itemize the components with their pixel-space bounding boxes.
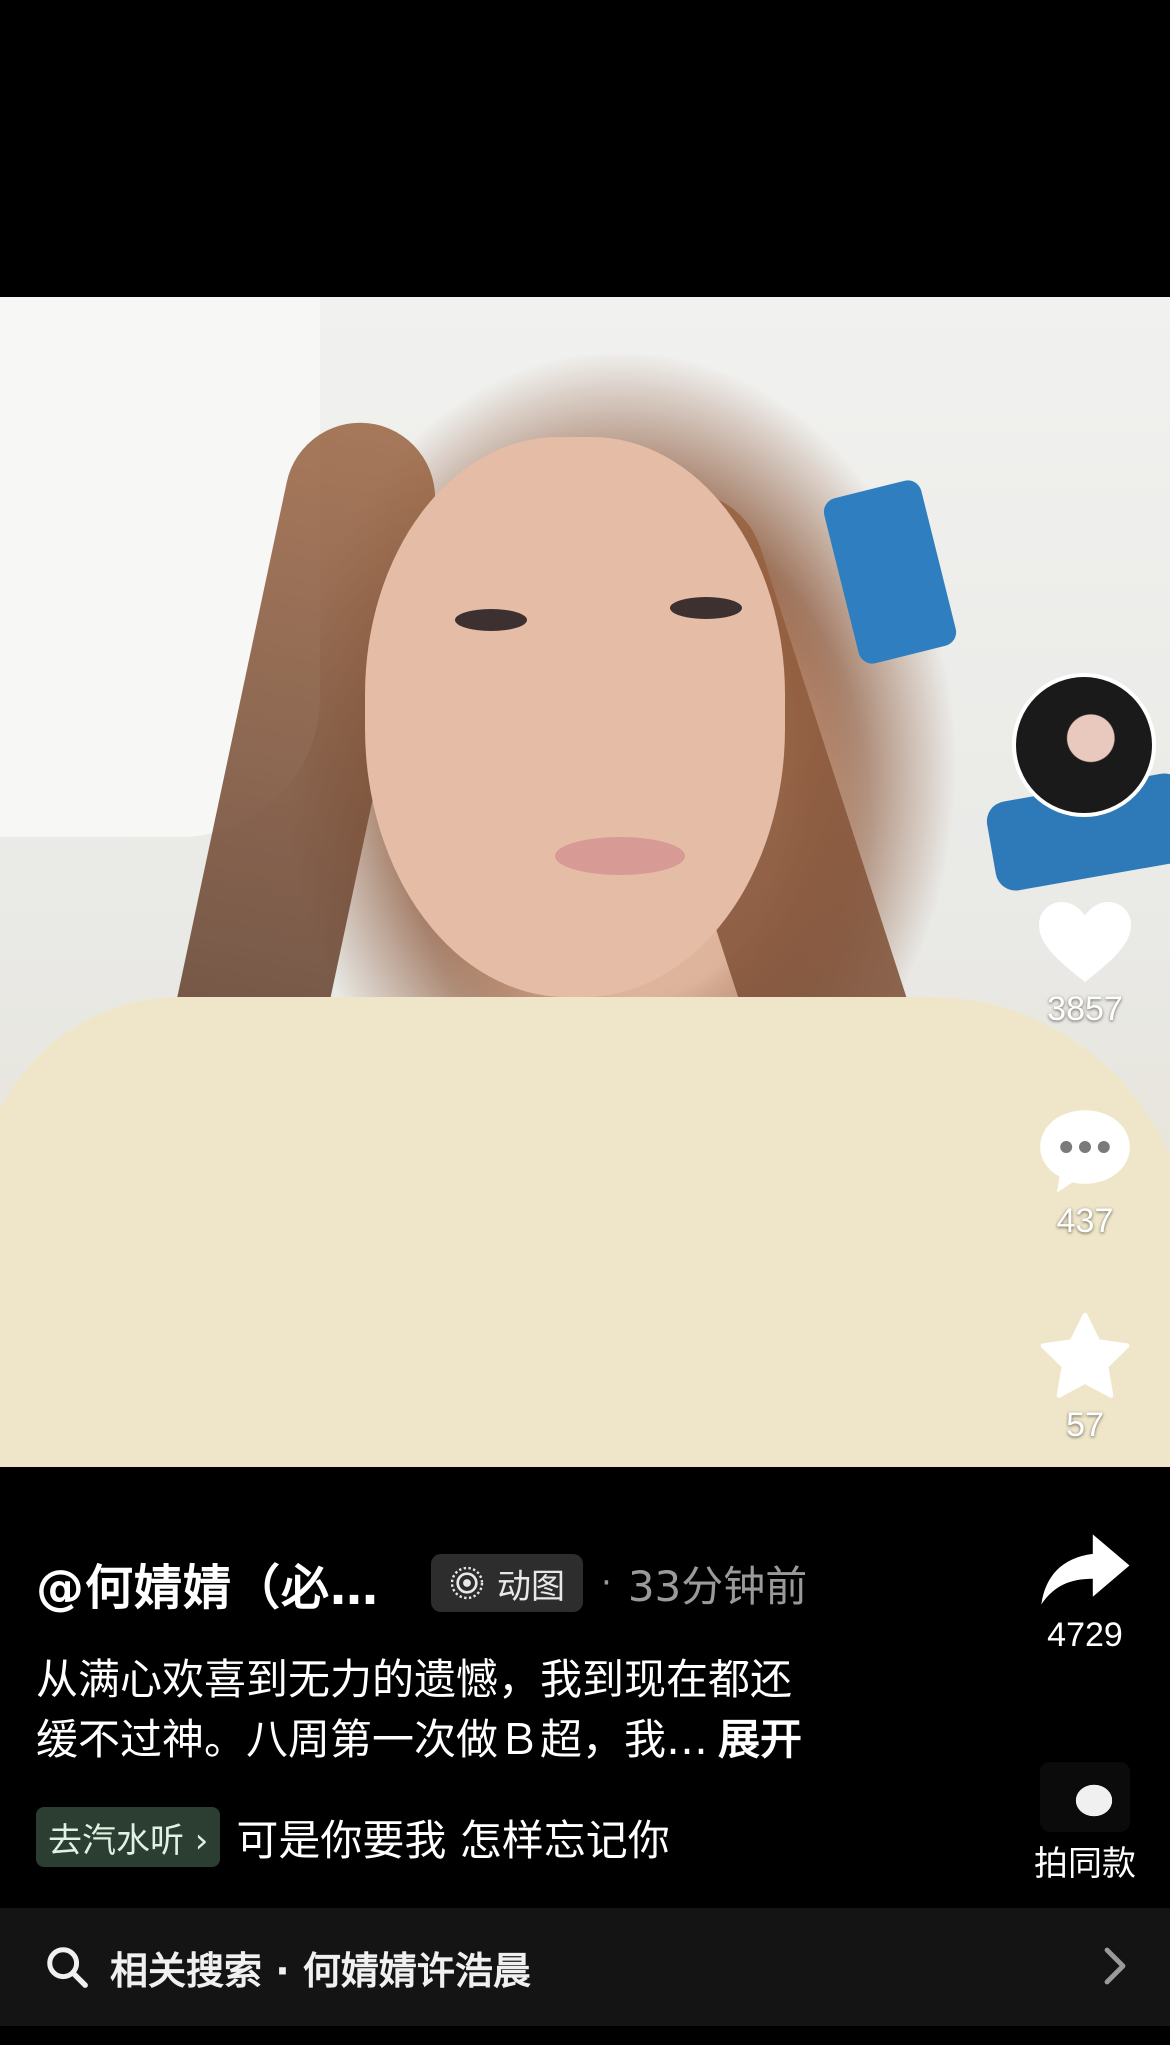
same-style-label: 拍同款	[1034, 1844, 1136, 1884]
bed-control-panel	[820, 477, 960, 667]
song-title[interactable]: 可是你要我 怎样忘记你	[236, 1807, 669, 1868]
chevron-right-icon	[1104, 1947, 1126, 1985]
caption-line-2: 缓不过神。八周第一次做Ｂ超，我…	[36, 1715, 709, 1764]
comment-icon	[1040, 1110, 1130, 1193]
expand-link[interactable]: 展开	[718, 1715, 802, 1764]
search-icon	[47, 1947, 88, 1988]
share-count: 4729	[1047, 1616, 1123, 1654]
author-row: @何婧婧（必… 动图 · 33分钟前	[36, 1548, 807, 1618]
star-icon	[1040, 1312, 1130, 1398]
mouth	[555, 837, 685, 875]
right-eye	[670, 597, 742, 619]
same-style-button[interactable]: 拍同款	[1020, 1762, 1150, 1885]
open-in-qishui-button[interactable]: 去汽水听 ›	[36, 1807, 221, 1867]
author-avatar[interactable]	[1012, 673, 1156, 817]
same-style-thumbnail	[1040, 1762, 1130, 1832]
favorite-count: 57	[1066, 1406, 1104, 1444]
comment-count: 437	[1056, 1202, 1114, 1240]
live-photo-icon	[450, 1566, 484, 1600]
face	[365, 437, 785, 997]
badge-label: 动图	[497, 1566, 566, 1607]
share-icon	[1041, 1534, 1130, 1605]
related-search-text: 相关搜索 · 何婧婧许浩晨	[110, 1948, 531, 1993]
post-caption: 从满心欢喜到无力的遗憾，我到现在都还 缓不过神。八周第一次做Ｂ超，我… 展开	[36, 1650, 896, 1770]
live-photo-badge[interactable]: 动图	[431, 1554, 584, 1612]
share-button[interactable]: 4729	[1030, 1532, 1140, 1655]
heart-icon	[1039, 902, 1131, 982]
left-eye	[455, 609, 527, 631]
like-count: 3857	[1047, 990, 1123, 1028]
comment-button[interactable]: 437	[1030, 1106, 1140, 1241]
separator-dot: ·	[601, 1563, 612, 1603]
hospital-gown	[0, 997, 1170, 1467]
favorite-button[interactable]: 57	[1030, 1312, 1140, 1445]
like-button[interactable]: 3857	[1030, 900, 1140, 1029]
post-time: 33分钟前	[627, 1561, 808, 1611]
related-search-bar[interactable]: 相关搜索 · 何婧婧许浩晨	[0, 1908, 1170, 2026]
author-name[interactable]: @何婧婧（必…	[36, 1548, 379, 1618]
music-row: 去汽水听 › 可是你要我 怎样忘记你	[36, 1807, 670, 1867]
caption-line-1: 从满心欢喜到无力的遗憾，我到现在都还	[36, 1655, 793, 1704]
video-frame[interactable]	[0, 297, 1170, 1467]
